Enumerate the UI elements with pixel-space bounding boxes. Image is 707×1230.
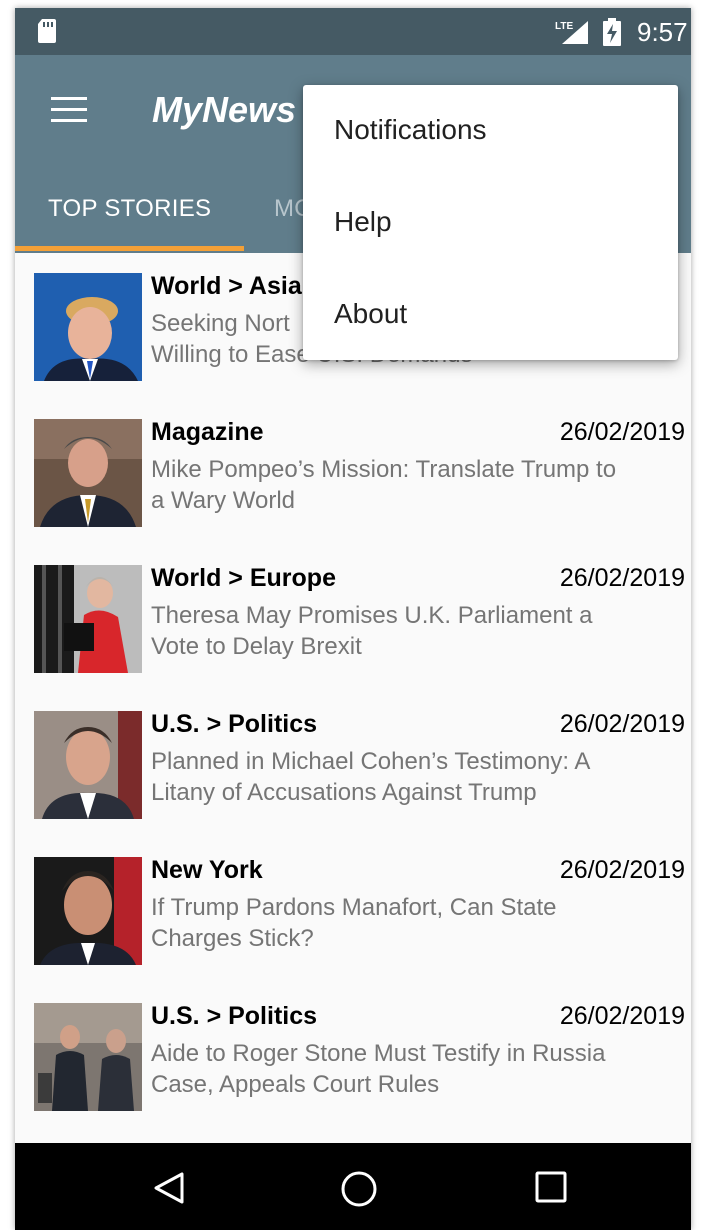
- recents-icon[interactable]: [535, 1171, 567, 1203]
- status-clock: 9:57: [637, 17, 688, 47]
- tab-top-stories[interactable]: TOP STORIES: [48, 195, 211, 223]
- article-date: 26/02/2019: [559, 418, 685, 446]
- status-bar: LTE 9:57: [15, 8, 691, 55]
- article-thumbnail: [34, 711, 142, 819]
- article-thumbnail: [34, 857, 142, 965]
- article-headline: Mike Pompeo’s Mission: Translate Trump t…: [151, 454, 683, 516]
- article-item[interactable]: U.S. > Politics 26/02/2019 Aide to Roger…: [15, 983, 691, 1129]
- article-section: World > Asia: [151, 272, 302, 300]
- article-headline-line1: Mike Pompeo’s Mission: Translate Trump t…: [151, 456, 617, 483]
- app-title: MyNews: [152, 89, 297, 130]
- article-item[interactable]: World > Europe 26/02/2019 Theresa May Pr…: [15, 545, 691, 691]
- article-section: U.S. > Politics: [151, 710, 318, 738]
- article-headline-line1: Planned in Michael Cohen’s Testimony: A: [151, 748, 591, 775]
- article-headline-line2: Charges Stick?: [151, 925, 314, 952]
- menu-item-notifications[interactable]: Notifications: [334, 114, 487, 146]
- sd-card-icon: [38, 19, 56, 43]
- article-date: 26/02/2019: [559, 856, 685, 884]
- system-nav-bar: [15, 1143, 691, 1230]
- article-item[interactable]: New York 26/02/2019 If Trump Pardons Man…: [15, 837, 691, 983]
- hamburger-menu-icon[interactable]: [51, 97, 87, 123]
- battery-charging-icon: [603, 18, 621, 46]
- article-headline: Theresa May Promises U.K. Parliament a V…: [151, 600, 683, 662]
- article-headline-line1: Aide to Roger Stone Must Testify in Russ…: [151, 1040, 606, 1067]
- article-date: 26/02/2019: [559, 710, 685, 738]
- article-headline-line2: Case, Appeals Court Rules: [151, 1071, 440, 1098]
- article-headline: Planned in Michael Cohen’s Testimony: A …: [151, 746, 683, 808]
- menu-item-about[interactable]: About: [334, 298, 407, 330]
- article-thumbnail: [34, 273, 142, 381]
- lte-signal-icon: LTE: [555, 21, 588, 44]
- article-headline-line1: Theresa May Promises U.K. Parliament a: [151, 602, 593, 629]
- overflow-menu: Notifications Help About: [303, 85, 678, 360]
- article-headline: If Trump Pardons Manafort, Can State Cha…: [151, 892, 683, 954]
- home-icon[interactable]: [341, 1171, 377, 1207]
- article-thumbnail: [34, 419, 142, 527]
- article-headline-line1: If Trump Pardons Manafort, Can State: [151, 894, 557, 921]
- article-section: U.S. > Politics: [151, 1002, 318, 1030]
- menu-item-help[interactable]: Help: [334, 206, 392, 238]
- phone-screen: LTE 9:57 MyNews TOP STORIES MO World > A…: [15, 8, 691, 1230]
- article-headline: Aide to Roger Stone Must Testify in Russ…: [151, 1038, 683, 1100]
- article-section: World > Europe: [151, 564, 336, 592]
- article-thumbnail: [34, 1003, 142, 1111]
- article-date: 26/02/2019: [559, 564, 685, 592]
- article-headline-line2: a Wary World: [151, 487, 296, 514]
- article-item[interactable]: U.S. > Politics 26/02/2019 Planned in Mi…: [15, 691, 691, 837]
- article-date: 26/02/2019: [559, 1002, 685, 1030]
- article-headline-line2: Litany of Accusations Against Trump: [151, 779, 537, 806]
- article-thumbnail: [34, 565, 142, 673]
- article-section: Magazine: [151, 418, 264, 446]
- article-headline-line2: Vote to Delay Brexit: [151, 633, 362, 660]
- tab-indicator: [15, 246, 244, 251]
- article-item[interactable]: Magazine 26/02/2019 Mike Pompeo’s Missio…: [15, 399, 691, 545]
- article-section: New York: [151, 856, 263, 884]
- back-icon[interactable]: [152, 1171, 186, 1205]
- svg-text:LTE: LTE: [555, 21, 573, 32]
